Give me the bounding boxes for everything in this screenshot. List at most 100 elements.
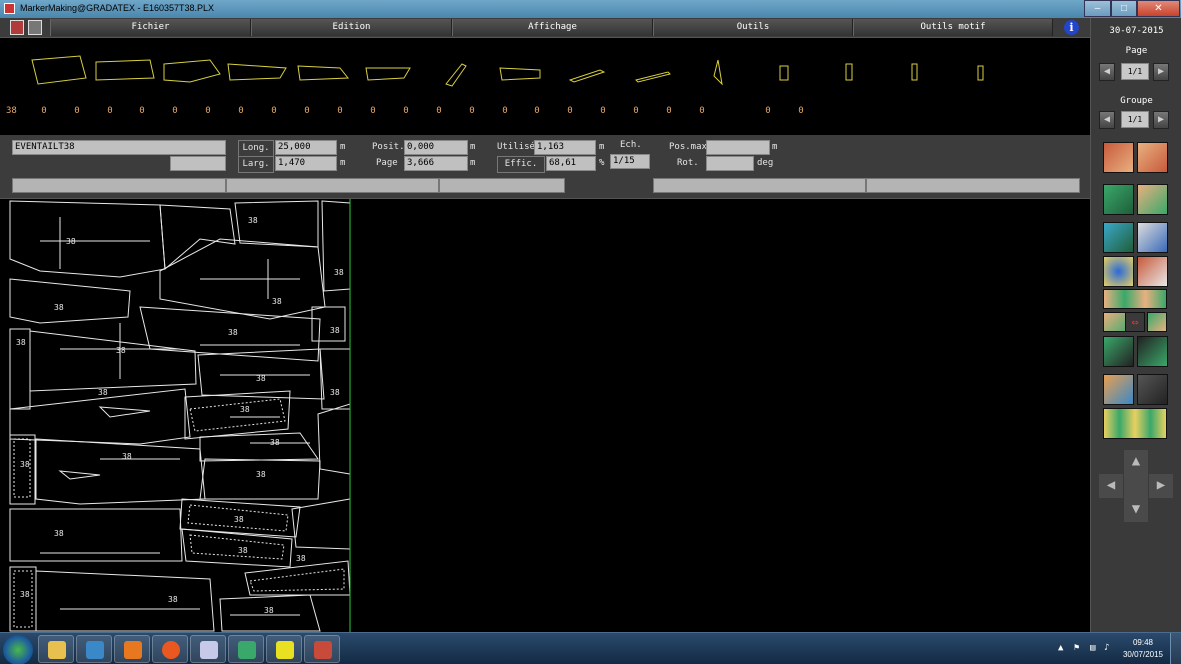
media-player-task[interactable] — [76, 635, 112, 663]
auto-mark-icon[interactable] — [1103, 374, 1134, 405]
network-icon[interactable]: ▤ — [1090, 643, 1100, 653]
scroll-up-button[interactable]: ▲ — [1124, 450, 1148, 474]
rotate-piece-icon[interactable] — [1103, 222, 1134, 253]
group-next-button[interactable]: ▶ — [1153, 111, 1169, 129]
ech-label: Ech. — [620, 140, 642, 150]
piece-quantity: 0 — [436, 106, 442, 116]
menu-outils-motif[interactable]: Outils motif — [853, 19, 1053, 36]
piece-quantity: 0 — [205, 106, 211, 116]
piece-size-label: 38 — [116, 346, 126, 355]
dart-mark — [58, 470, 101, 480]
effic-unit: % — [599, 158, 605, 168]
piece-thumb — [499, 67, 541, 81]
posit-field[interactable]: 0,000 — [404, 140, 468, 155]
start-button[interactable] — [3, 635, 33, 664]
show-desktop-button[interactable] — [1170, 633, 1181, 664]
exit-icon[interactable] — [10, 20, 24, 35]
volume-icon[interactable]: ♪ — [1104, 643, 1114, 653]
right-tool-panel: 30-07-2015 Page ◀ 1/1 ▶ Groupe ◀ 1/1 ▶ ⇔… — [1090, 18, 1181, 632]
zoom-icon[interactable] — [1103, 256, 1134, 287]
piece-quantity: 0 — [699, 106, 705, 116]
swap-arrows-icon[interactable]: ⇔ — [1125, 312, 1145, 332]
network-task[interactable] — [266, 635, 302, 663]
plotter-icon[interactable] — [28, 20, 42, 35]
info-icon[interactable]: i — [1064, 20, 1079, 35]
piece-thumb — [977, 65, 984, 81]
menu-edition[interactable]: Edition — [251, 19, 452, 36]
pattern-piece — [317, 403, 351, 475]
status-bar-5 — [866, 178, 1080, 193]
piece-size-label: 38 — [272, 297, 282, 306]
return-piece-icon[interactable] — [1137, 142, 1168, 173]
maximize-button[interactable]: □ — [1111, 0, 1137, 17]
clock[interactable]: 09:48 30/07/2015 — [1118, 637, 1168, 661]
marker-canvas[interactable]: 38 38 38 38 38 38 38 38 38 38 38 38 38 3… — [0, 198, 1090, 633]
scroll-left-button[interactable]: ◀ — [1099, 474, 1123, 498]
larg-label: Larg. — [238, 156, 274, 173]
firefox-task[interactable] — [152, 635, 188, 663]
piece-size-label: 38 — [66, 237, 76, 246]
piece-thumb — [31, 55, 87, 85]
scroll-right-button[interactable]: ▶ — [1149, 474, 1173, 498]
menu-affichage[interactable]: Affichage — [452, 19, 653, 36]
group-move-icon[interactable] — [1103, 184, 1134, 215]
menu-fichier[interactable]: Fichier — [50, 19, 251, 36]
piece-thumb — [95, 59, 155, 81]
explorer-task[interactable] — [38, 635, 74, 663]
piece-quantity: 0 — [502, 106, 508, 116]
posmax-field[interactable] — [706, 140, 770, 155]
long-field[interactable]: 25,000 — [275, 140, 337, 155]
page-next-button[interactable]: ▶ — [1153, 63, 1169, 81]
scroll-down-button[interactable]: ▼ — [1124, 498, 1148, 522]
paint-task[interactable] — [190, 635, 226, 663]
compact-right-icon[interactable] — [1137, 336, 1168, 367]
larg-field[interactable]: 1,470 — [275, 156, 337, 171]
page-label: Page — [376, 158, 398, 168]
grain-line — [40, 217, 310, 616]
application-window: MarkerMaking@GRADATEX - E160357T38.PLX –… — [0, 0, 1181, 664]
flag-icon[interactable]: ⚑ — [1074, 643, 1084, 653]
piece-size-label: 38 — [234, 515, 244, 524]
rot-field[interactable] — [706, 156, 754, 171]
piece-quantity: 0 — [666, 106, 672, 116]
scroll-center[interactable] — [1124, 474, 1148, 498]
marker-extra-field[interactable] — [170, 156, 226, 171]
rot-label: Rot. — [677, 158, 699, 168]
place-piece-icon[interactable] — [1103, 142, 1134, 173]
gradatex-task[interactable] — [228, 635, 264, 663]
slide-piece-icon[interactable] — [1137, 184, 1168, 215]
piece-size-label: 38 — [240, 405, 250, 414]
auto-mark-disabled-icon[interactable] — [1137, 374, 1168, 405]
compact-left-icon[interactable] — [1103, 336, 1134, 367]
piece-size-label: 38 — [334, 268, 344, 277]
piece-strip: 38 0 0 0 0 0 0 0 0 0 0 0 0 0 0 0 0 0 0 0… — [0, 38, 1090, 135]
align-icon[interactable] — [1103, 289, 1167, 309]
close-button[interactable]: ✕ — [1137, 0, 1180, 17]
piece-list-icon[interactable] — [1103, 408, 1167, 439]
effic-field[interactable]: 68,61 — [546, 156, 596, 171]
ech-field[interactable]: 1/15 — [610, 154, 650, 169]
marker-name-field[interactable]: EVENTAILT38 — [12, 140, 226, 155]
piece-size-label: 38 — [16, 338, 26, 347]
pattern-piece — [189, 534, 285, 560]
marker-layout[interactable]: 38 38 38 38 38 38 38 38 38 38 38 38 38 3… — [0, 199, 1090, 633]
minimize-button[interactable]: – — [1084, 0, 1111, 17]
posmax-unit: m — [772, 142, 778, 152]
piece-quantity: 0 — [469, 106, 475, 116]
flip-piece-icon[interactable] — [1137, 222, 1168, 253]
piece-info-icon[interactable] — [1137, 256, 1168, 287]
vlc-task[interactable] — [114, 635, 150, 663]
utilise-field[interactable]: 1,163 — [534, 140, 596, 155]
piece-quantity: 0 — [534, 106, 540, 116]
page-field[interactable]: 3,666 — [404, 156, 468, 171]
piece-thumbnails[interactable] — [0, 50, 1090, 110]
menu-outils[interactable]: Outils — [653, 19, 853, 36]
pattern-piece — [189, 398, 286, 432]
markermaking-task[interactable] — [304, 635, 340, 663]
pattern-piece — [159, 204, 236, 271]
group-prev-button[interactable]: ◀ — [1099, 111, 1115, 129]
page-prev-button[interactable]: ◀ — [1099, 63, 1115, 81]
overlap-icon[interactable] — [1147, 312, 1167, 332]
tray-arrow-icon[interactable]: ▲ — [1058, 643, 1068, 653]
piece-quantity: 0 — [41, 106, 47, 116]
